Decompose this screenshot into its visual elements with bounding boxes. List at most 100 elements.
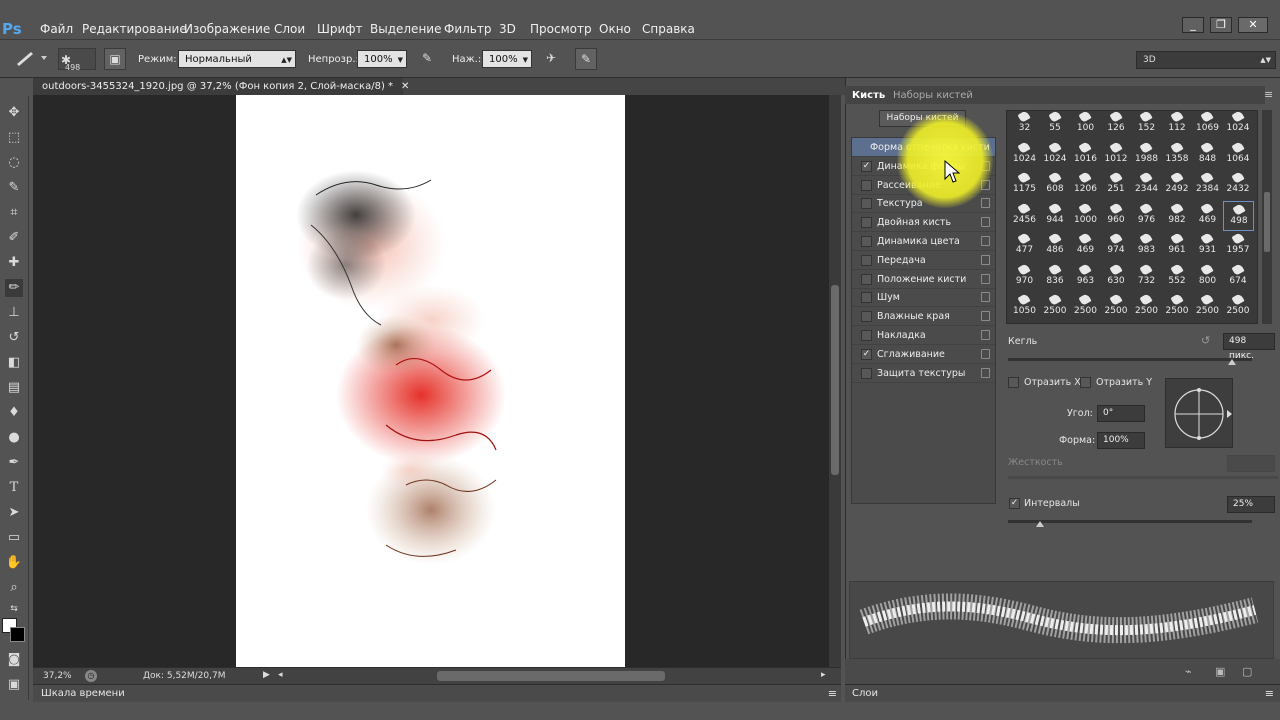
brush-tip-cell[interactable]: 800 [1192, 262, 1223, 292]
brush-tip-cell[interactable]: 477 [1009, 231, 1040, 261]
brush-picker[interactable]: ✱ 498 [58, 48, 96, 72]
brush-tip-cell[interactable]: 963 [1070, 262, 1101, 292]
spacing-slider[interactable] [1008, 520, 1252, 527]
brush-option-checkbox[interactable]: ✓ [861, 160, 872, 172]
brush-tip-cell[interactable]: 1024 [1223, 111, 1254, 139]
restore-button[interactable]: ❐ [1210, 17, 1232, 33]
move-tool-icon[interactable]: ✥ [5, 104, 23, 122]
path-select-tool-icon[interactable]: ➤ [5, 504, 23, 522]
size-field[interactable]: 498 пикс. [1223, 333, 1275, 361]
brush-tip-cell[interactable]: 2456 [1009, 201, 1040, 231]
brush-tip-cell[interactable]: 55 [1040, 111, 1071, 139]
brush-tip-cell[interactable]: 970 [1009, 262, 1040, 292]
brush-option-checkbox[interactable] [861, 330, 872, 341]
brush-tip-cell[interactable]: 2500 [1162, 292, 1193, 322]
brush-tip-cell[interactable]: 944 [1040, 201, 1071, 231]
size-slider-knob[interactable] [1228, 359, 1237, 365]
lock-icon[interactable] [981, 217, 990, 228]
brush-tip-cell[interactable]: 2500 [1223, 292, 1254, 322]
brush-tip-cell[interactable]: 976 [1131, 201, 1162, 231]
reset-size-icon[interactable]: ↺ [1201, 334, 1210, 347]
brush-option-checkbox[interactable]: ✓ [861, 348, 872, 360]
vertical-scrollbar[interactable] [829, 95, 841, 667]
history-brush-tool-icon[interactable]: ↺ [5, 329, 23, 347]
brush-option-checkbox[interactable] [861, 217, 872, 229]
timeline-panel-bar[interactable]: Шкала времени ≡ [33, 684, 841, 702]
close-button[interactable]: ✕ [1238, 17, 1268, 33]
status-menu-arrow-icon[interactable]: ▶ [263, 670, 270, 680]
screen-mode-icon[interactable]: ▣ [5, 676, 23, 694]
brush-option-checkbox[interactable] [861, 292, 872, 304]
lock-icon[interactable] [981, 273, 990, 284]
brush-tip-cell[interactable]: 1064 [1223, 140, 1254, 170]
brush-tip-cell[interactable]: 552 [1162, 262, 1193, 292]
brush-tip-cell[interactable]: 836 [1040, 262, 1071, 292]
brush-tip-cell[interactable]: 1358 [1162, 140, 1193, 170]
menu-item[interactable]: Редактирование [82, 22, 187, 36]
brush-option-item[interactable]: Передача [852, 251, 995, 270]
tab-brush-presets[interactable]: Наборы кистей [893, 90, 973, 101]
brush-option-checkbox[interactable] [861, 236, 872, 247]
timeline-label[interactable]: Шкала времени [41, 688, 125, 699]
menu-item[interactable]: Фильтр [444, 22, 491, 36]
angle-roundness-widget[interactable] [1165, 378, 1233, 448]
brush-tip-cell[interactable]: 674 [1223, 262, 1254, 292]
brush-tip-cell[interactable]: 112 [1162, 111, 1193, 139]
layers-panel-bar[interactable]: Слои ≡ [845, 684, 1280, 702]
brush-panel-toggle-icon[interactable]: ▣ [104, 48, 126, 70]
brush-tip-cell[interactable]: 960 [1101, 201, 1132, 231]
type-tool-icon[interactable]: T [5, 479, 23, 497]
brush-option-item[interactable]: Влажные края [852, 307, 995, 327]
dodge-tool-icon[interactable]: ● [5, 429, 23, 447]
panel-menu-icon[interactable]: ≡ [1265, 687, 1274, 700]
quick-mask-icon[interactable]: ◙ [5, 651, 23, 669]
flip-y-checkbox[interactable] [1080, 377, 1091, 388]
brush-tip-cell[interactable]: 982 [1162, 201, 1193, 231]
brush-option-item[interactable]: Накладка [852, 326, 995, 345]
brush-tip-cell[interactable]: 1050 [1009, 292, 1040, 322]
scroll-left-icon[interactable]: ◂ [278, 670, 283, 680]
document-tab[interactable]: outdoors-3455324_1920.jpg @ 37,2% (Фон к… [33, 78, 409, 95]
brush-tip-cell[interactable]: 2344 [1131, 170, 1162, 200]
brush-option-checkbox[interactable] [861, 367, 872, 379]
brush-tip-grid[interactable]: 32 55 100 126 152 112 1069 1024 1024 1024 1016 1012… [1006, 110, 1258, 324]
brush-tip-cell[interactable]: 1000 [1070, 201, 1101, 231]
size-slider[interactable] [1008, 358, 1252, 365]
scroll-right-icon[interactable]: ▸ [821, 670, 826, 680]
brush-tip-cell[interactable]: 1175 [1009, 170, 1040, 200]
workspace-select[interactable]: 3D ▲▼ [1136, 51, 1276, 69]
eraser-tool-icon[interactable]: ◧ [5, 354, 23, 372]
panel-menu-icon[interactable]: ≡ [1264, 88, 1273, 101]
eyedropper-tool-icon[interactable]: ✐ [5, 229, 23, 247]
pen-tool-icon[interactable]: ✒ [5, 454, 23, 472]
brush-tip-cell[interactable]: 2432 [1223, 170, 1254, 200]
lock-icon[interactable] [981, 311, 990, 322]
brush-tip-cell[interactable]: 630 [1101, 262, 1132, 292]
angle-field[interactable]: 0° [1097, 405, 1145, 422]
zoom-readout[interactable]: 37,2% [43, 671, 72, 681]
brush-tip-cell[interactable]: 2500 [1101, 292, 1132, 322]
brush-tip-cell[interactable]: 1069 [1192, 111, 1223, 139]
layers-label[interactable]: Слои [852, 688, 878, 699]
brush-option-item[interactable]: Двойная кисть [852, 213, 995, 233]
brush-tip-cell[interactable]: 2492 [1162, 170, 1193, 200]
brush-option-item[interactable]: Шум [852, 288, 995, 308]
brush-grid-scrollbar[interactable] [1262, 110, 1272, 324]
quick-select-tool-icon[interactable]: ✎ [5, 179, 23, 197]
shape-tool-icon[interactable]: ▭ [5, 529, 23, 547]
brush-tip-cell[interactable]: 961 [1162, 231, 1193, 261]
close-tab-icon[interactable]: ✕ [401, 81, 409, 92]
scroll-thumb[interactable] [831, 285, 839, 475]
brush-tip-cell[interactable]: 974 [1101, 231, 1132, 261]
brush-tip-cell[interactable]: 126 [1101, 111, 1132, 139]
brush-option-item[interactable]: Динамика цвета [852, 232, 995, 251]
brush-tip-cell[interactable]: 1012 [1101, 140, 1132, 170]
document-canvas[interactable] [236, 95, 625, 667]
lock-icon[interactable] [981, 198, 990, 209]
menu-item[interactable]: Просмотр [530, 22, 592, 36]
lock-icon[interactable] [981, 254, 990, 265]
panel-menu-icon[interactable]: ≡ [828, 687, 837, 700]
brush-tip-cell[interactable]: 469 [1192, 201, 1223, 231]
brush-tip-cell[interactable]: 251 [1101, 170, 1132, 200]
menu-item[interactable]: Слои [274, 22, 305, 36]
